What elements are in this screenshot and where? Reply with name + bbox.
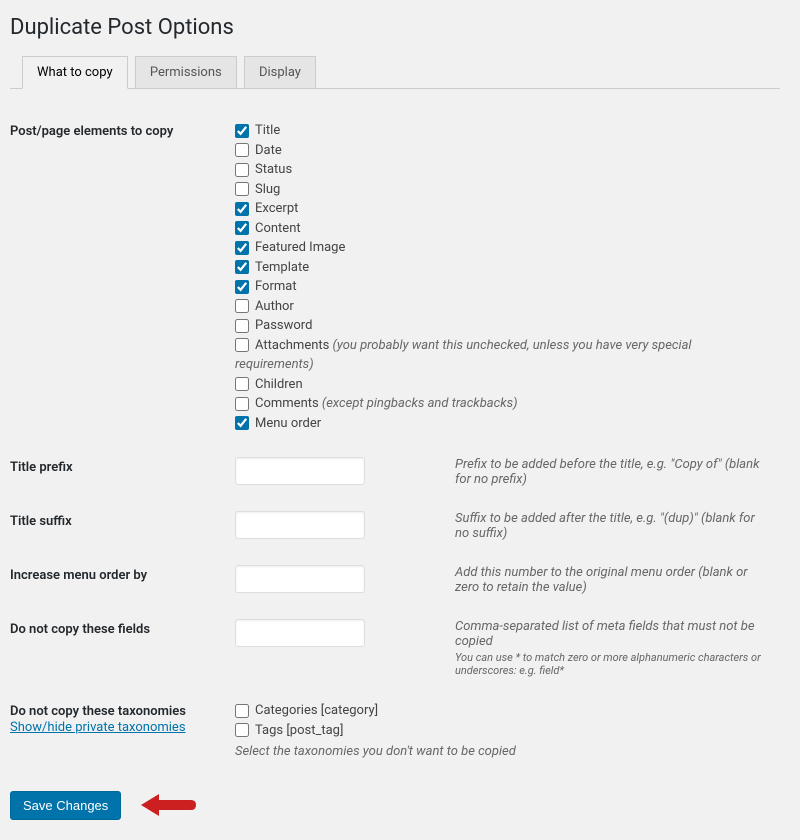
taxonomy-checkbox[interactable] [235,704,249,718]
taxonomy-label: Categories [category] [255,703,378,718]
element-item[interactable]: Format [235,277,770,297]
element-checkbox[interactable] [235,182,249,196]
element-checkbox[interactable] [235,377,249,391]
tab-display[interactable]: Display [244,56,316,88]
menu-order-label: Increase menu order by [10,553,225,607]
page-title: Duplicate Post Options [10,15,780,40]
element-label: Attachments [255,338,329,353]
element-label: Content [255,221,301,236]
menu-order-desc: Add this number to the original menu ord… [455,565,770,595]
element-checkbox[interactable] [235,163,249,177]
element-checkbox[interactable] [235,299,249,313]
element-label: Comments [255,396,319,411]
taxonomies-checkbox-list: Categories [category] Tags [post_tag] [235,701,770,740]
element-label: Children [255,377,303,392]
element-checkbox[interactable] [235,416,249,430]
element-item[interactable]: Attachments (you probably want this unch… [235,336,770,375]
no-copy-fields-desc2: You can use * to match zero or more alph… [455,651,770,677]
elements-section-label: Post/page elements to copy [10,109,225,445]
element-checkbox[interactable] [235,124,249,138]
element-item[interactable]: Date [235,141,770,161]
element-item[interactable]: Comments (except pingbacks and trackback… [235,394,770,414]
element-label: Password [255,318,312,333]
element-checkbox[interactable] [235,202,249,216]
element-checkbox[interactable] [235,280,249,294]
element-item[interactable]: Content [235,219,770,239]
menu-order-input[interactable] [235,565,365,593]
element-item[interactable]: Children [235,375,770,395]
title-prefix-label: Title prefix [10,445,225,499]
element-item[interactable]: Featured Image [235,238,770,258]
element-checkbox[interactable] [235,241,249,255]
element-item[interactable]: Author [235,297,770,317]
taxonomies-desc: Select the taxonomies you don't want to … [235,744,770,759]
element-item[interactable]: Status [235,160,770,180]
element-checkbox[interactable] [235,338,249,352]
element-hint: (except pingbacks and trackbacks) [319,396,518,411]
title-suffix-desc: Suffix to be added after the title, e.g.… [455,511,770,541]
taxonomy-checkbox[interactable] [235,723,249,737]
arrow-icon [141,792,196,818]
title-prefix-input[interactable] [235,457,365,485]
element-label: Title [255,123,280,138]
taxonomy-item[interactable]: Categories [category] [235,701,770,721]
element-item[interactable]: Template [235,258,770,278]
element-label: Menu order [255,416,321,431]
element-label: Author [255,299,294,314]
element-label: Date [255,143,282,158]
no-copy-fields-input[interactable] [235,619,365,647]
element-label: Format [255,279,297,294]
element-item[interactable]: Menu order [235,414,770,434]
element-label: Slug [255,182,280,197]
settings-tabs: What to copy Permissions Display [10,55,780,89]
element-item[interactable]: Title [235,121,770,141]
element-item[interactable]: Password [235,316,770,336]
element-checkbox[interactable] [235,260,249,274]
element-item[interactable]: Excerpt [235,199,770,219]
no-copy-fields-label: Do not copy these fields [10,607,225,689]
title-suffix-input[interactable] [235,511,365,539]
element-label: Featured Image [255,240,345,255]
tab-what-to-copy[interactable]: What to copy [22,56,128,89]
element-checkbox[interactable] [235,319,249,333]
element-label: Status [255,162,292,177]
title-suffix-label: Title suffix [10,499,225,553]
element-checkbox[interactable] [235,221,249,235]
taxonomy-item[interactable]: Tags [post_tag] [235,721,770,741]
title-prefix-desc: Prefix to be added before the title, e.g… [455,457,770,487]
toggle-private-taxonomies-link[interactable]: Show/hide private taxonomies [10,720,215,735]
taxonomy-label: Tags [post_tag] [255,723,343,738]
element-label: Template [255,260,309,275]
elements-checkbox-list: Title Date Status Slug Excerpt Content Feature… [235,121,770,433]
element-label: Excerpt [255,201,298,216]
save-button[interactable]: Save Changes [10,791,121,820]
tab-permissions[interactable]: Permissions [135,56,237,88]
element-item[interactable]: Slug [235,180,770,200]
taxonomies-section-label: Do not copy these taxonomies [10,704,186,719]
element-checkbox[interactable] [235,143,249,157]
element-checkbox[interactable] [235,397,249,411]
no-copy-fields-desc: Comma-separated list of meta fields that… [455,619,755,649]
